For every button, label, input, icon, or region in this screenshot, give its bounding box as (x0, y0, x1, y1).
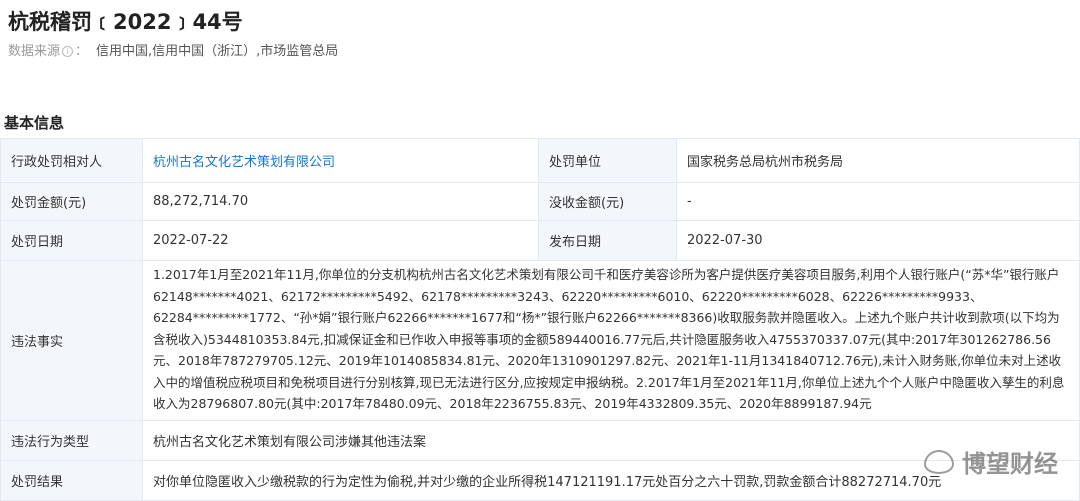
field-value: 88,272,714.70 (142, 182, 539, 221)
field-value: 2022-07-22 (142, 220, 539, 261)
table-row: 处罚日期 2022-07-22 发布日期 2022-07-30 (0, 220, 1080, 261)
field-label: 处罚单位 (538, 138, 677, 183)
field-label: 违法行为类型 (0, 420, 143, 461)
field-label: 没收金额(元) (538, 182, 677, 221)
field-label: 处罚日期 (0, 220, 143, 261)
source-value: 信用中国,信用中国（浙江）,市场监管总局 (96, 44, 339, 59)
table-row: 处罚结果 对你单位隐匿收入少缴税款的行为定性为偷税,并对少缴的企业所得税1471… (0, 460, 1080, 501)
facts-value: 1.2017年1月至2021年11月,你单位的分支机构杭州古名文化艺术策划有限公… (142, 260, 1080, 421)
source-label: 数据来源 (8, 44, 61, 59)
field-value: 2022-07-30 (676, 220, 1080, 261)
basic-info-table: 行政处罚相对人 杭州古名文化艺术策划有限公司 处罚单位 国家税务总局杭州市税务局… (0, 138, 1080, 501)
field-label: 处罚金额(元) (0, 182, 143, 221)
watermark-text: 博望财经 (962, 450, 1058, 478)
table-row: 处罚金额(元) 88,272,714.70 没收金额(元) - (0, 182, 1080, 221)
table-row: 行政处罚相对人 杭州古名文化艺术策划有限公司 处罚单位 国家税务总局杭州市税务局 (0, 138, 1080, 183)
page-title: 杭税稽罚﹝2022﹞44号 (8, 10, 243, 34)
info-icon[interactable]: i (62, 46, 74, 57)
table-row: 违法事实 1.2017年1月至2021年11月,你单位的分支机构杭州古名文化艺术… (0, 260, 1080, 421)
field-label: 行政处罚相对人 (0, 138, 143, 183)
section-title: 基本信息 (4, 114, 65, 132)
wechat-icon (924, 449, 954, 474)
table-row: 违法行为类型 杭州古名文化艺术策划有限公司涉嫌其他违法案 (0, 420, 1080, 461)
party-link[interactable]: 杭州古名文化艺术策划有限公司 (153, 155, 335, 170)
data-source: 数据来源 i： 信用中国,信用中国（浙江）,市场监管总局 (8, 40, 338, 59)
field-label: 发布日期 (538, 220, 677, 261)
field-value: 国家税务总局杭州市税务局 (676, 138, 1080, 183)
watermark: 博望财经 (924, 444, 1058, 479)
field-label: 违法事实 (0, 260, 143, 421)
field-value: - (676, 182, 1080, 221)
field-label: 处罚结果 (0, 460, 143, 501)
source-sep: ： (75, 44, 89, 59)
